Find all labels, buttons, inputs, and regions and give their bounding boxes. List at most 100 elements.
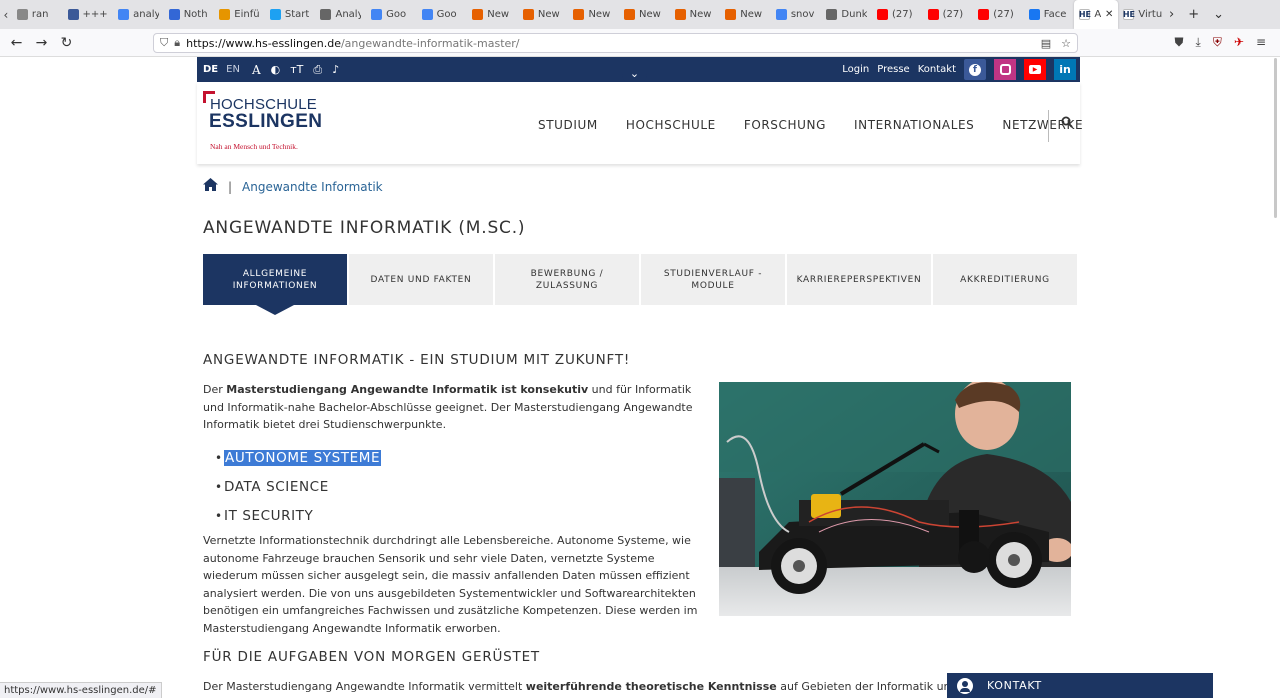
browser-tab-active[interactable]: HE An ✕: [1074, 0, 1119, 29]
url-host: https://www.hs-esslingen.de: [186, 36, 341, 50]
focus-area-data-science: DATA SCIENCE: [224, 478, 329, 495]
intro-text: Der: [203, 383, 227, 396]
browser-tab[interactable]: New: [568, 0, 619, 29]
url-path: /angewandte-informatik-master/: [340, 36, 520, 50]
generic-page-icon: [16, 9, 28, 20]
firefox-icon: [472, 9, 484, 20]
tab-tools: › + ⌄: [1169, 7, 1280, 22]
tab-daten-und-fakten[interactable]: DATEN UND FAKTEN: [349, 254, 493, 305]
intro-paragraph: Der Masterstudiengang Angewandte Informa…: [203, 381, 703, 434]
browser-tab[interactable]: New: [619, 0, 670, 29]
nav-item-hochschule[interactable]: HOCHSCHULE: [626, 118, 716, 132]
bookmark-star-icon[interactable]: ☆: [1061, 37, 1071, 50]
hs-esslingen-logo[interactable]: HOCHSCHULE ESSLINGEN Nah an Mensch und T…: [203, 91, 323, 153]
new-tab-icon[interactable]: +: [1188, 7, 1199, 22]
tab-label: Goo: [386, 9, 407, 20]
service-links: Login Presse Kontakt f ▶ in: [842, 59, 1080, 80]
section-2-text: Der Masterstudiengang Angewandte Informa…: [203, 680, 526, 693]
section-2-bold: weiterführende theoretische Kenntnisse: [525, 680, 777, 693]
browser-toolbar: ← → ↻ ⛉ 🔒︎ https://www.hs-esslingen.de/a…: [0, 29, 1280, 57]
browser-tab[interactable]: Dunk: [821, 0, 872, 29]
tab-allgemeine-informationen[interactable]: ALLGEMEINE INFORMATIONEN: [203, 254, 347, 305]
nav-item-forschung[interactable]: FORSCHUNG: [744, 118, 826, 132]
home-icon[interactable]: [203, 178, 218, 195]
ublock-icon[interactable]: ⛨: [1213, 35, 1222, 50]
reload-icon[interactable]: ↻: [54, 35, 79, 51]
text-size-icon[interactable]: ᴛT: [290, 63, 303, 77]
browser-tab[interactable]: Face: [1024, 0, 1075, 29]
youtube-icon[interactable]: ▶: [1024, 59, 1046, 80]
page-scrollbar[interactable]: [1274, 58, 1277, 218]
list-all-tabs-icon[interactable]: ⌄: [1213, 7, 1224, 22]
list-item: • AUTONOME SYSTEME: [215, 449, 382, 466]
instagram-icon[interactable]: [994, 59, 1016, 80]
browser-tab[interactable]: Goo: [417, 0, 468, 29]
browser-tab[interactable]: Start: [265, 0, 316, 29]
browser-tab[interactable]: (27): [923, 0, 974, 29]
extension-icon[interactable]: ✈: [1234, 35, 1244, 50]
google-icon: [775, 9, 787, 20]
tab-label: Face: [1043, 9, 1067, 20]
contrast-icon[interactable]: ◐: [271, 63, 281, 77]
focus-area-it-security: IT SECURITY: [224, 507, 314, 524]
speaker-icon[interactable]: ♪: [332, 63, 339, 77]
downloads-icon[interactable]: ⤓: [1196, 35, 1201, 50]
kontakt-link[interactable]: Kontakt: [918, 64, 956, 75]
browser-tab[interactable]: New: [720, 0, 771, 29]
linkedin-icon[interactable]: in: [1054, 59, 1076, 80]
lang-de[interactable]: DE: [203, 64, 218, 75]
pocket-icon[interactable]: ⛊: [1175, 35, 1184, 50]
tab-akkreditierung[interactable]: AKKREDITIERUNG: [933, 254, 1077, 305]
section-2-paragraph: Der Masterstudiengang Angewandte Informa…: [203, 678, 1019, 696]
menu-icon[interactable]: ≡: [1256, 35, 1266, 50]
browser-tab[interactable]: analy: [113, 0, 164, 29]
forward-icon[interactable]: →: [29, 35, 54, 51]
kontakt-button[interactable]: KONTAKT: [947, 673, 1213, 698]
browser-tab[interactable]: Goo: [366, 0, 417, 29]
back-icon[interactable]: ←: [4, 35, 29, 51]
tab-label: (27): [942, 9, 964, 20]
font-size-icon[interactable]: A: [252, 63, 261, 77]
browser-tab[interactable]: snov: [771, 0, 822, 29]
search-icon[interactable]: [1061, 116, 1073, 132]
youtube-icon: [978, 9, 990, 20]
close-icon[interactable]: ✕: [1105, 9, 1113, 20]
browser-tab[interactable]: New: [518, 0, 569, 29]
browser-tab[interactable]: Noth: [164, 0, 215, 29]
url-bar[interactable]: ⛉ 🔒︎ https://www.hs-esslingen.de/angewan…: [153, 33, 1078, 53]
browser-tab[interactable]: (27): [973, 0, 1024, 29]
tab-scroll-right-icon[interactable]: ›: [1169, 7, 1174, 22]
reader-view-icon[interactable]: ▤: [1041, 37, 1051, 50]
print-icon[interactable]: ⎙: [313, 63, 322, 77]
tab-bewerbung-zulassung[interactable]: BEWERBUNG / ZULASSUNG: [495, 254, 639, 305]
facebook-icon[interactable]: f: [964, 59, 986, 80]
browser-tab[interactable]: New: [670, 0, 721, 29]
lang-en[interactable]: EN: [226, 64, 240, 75]
browser-tab[interactable]: New: [467, 0, 518, 29]
browser-tab[interactable]: Analy: [315, 0, 366, 29]
browser-tab[interactable]: +++: [63, 0, 114, 29]
focus-area-autonome-systeme: AUTONOME SYSTEME: [224, 449, 382, 466]
breadcrumb-current[interactable]: Angewandte Informatik: [242, 180, 383, 194]
youtube-icon: [927, 9, 939, 20]
browser-tab[interactable]: HE Virtu: [1118, 0, 1169, 29]
lock-icon[interactable]: 🔒︎: [174, 36, 180, 50]
shield-icon[interactable]: ⛉: [160, 36, 168, 50]
browser-tab[interactable]: ran: [12, 0, 63, 29]
tab-scroll-left-icon[interactable]: ‹: [0, 8, 12, 22]
content-tabs: ALLGEMEINE INFORMATIONEN DATEN UND FAKTE…: [203, 254, 1077, 305]
focus-areas-list: • AUTONOME SYSTEME • DATA SCIENCE • IT SECU…: [215, 443, 382, 530]
presse-link[interactable]: Presse: [877, 64, 909, 75]
nav-item-studium[interactable]: STUDIUM: [538, 118, 598, 132]
browser-tab[interactable]: Einfü: [214, 0, 265, 29]
wikipedia-icon: [320, 9, 332, 20]
nav-item-internationales[interactable]: INTERNATIONALES: [854, 118, 974, 132]
tab-label: New: [740, 9, 763, 20]
tab-label: Dunk: [841, 9, 868, 20]
tab-studienverlauf-module[interactable]: STUDIENVERLAUF - MODULE: [641, 254, 785, 305]
tab-label: New: [537, 9, 560, 20]
tab-karriereperspektiven[interactable]: KARRIEREPERSPEKTIVEN: [787, 254, 931, 305]
login-link[interactable]: Login: [842, 64, 869, 75]
tab-label: Noth: [183, 9, 208, 20]
browser-tab[interactable]: (27): [872, 0, 923, 29]
